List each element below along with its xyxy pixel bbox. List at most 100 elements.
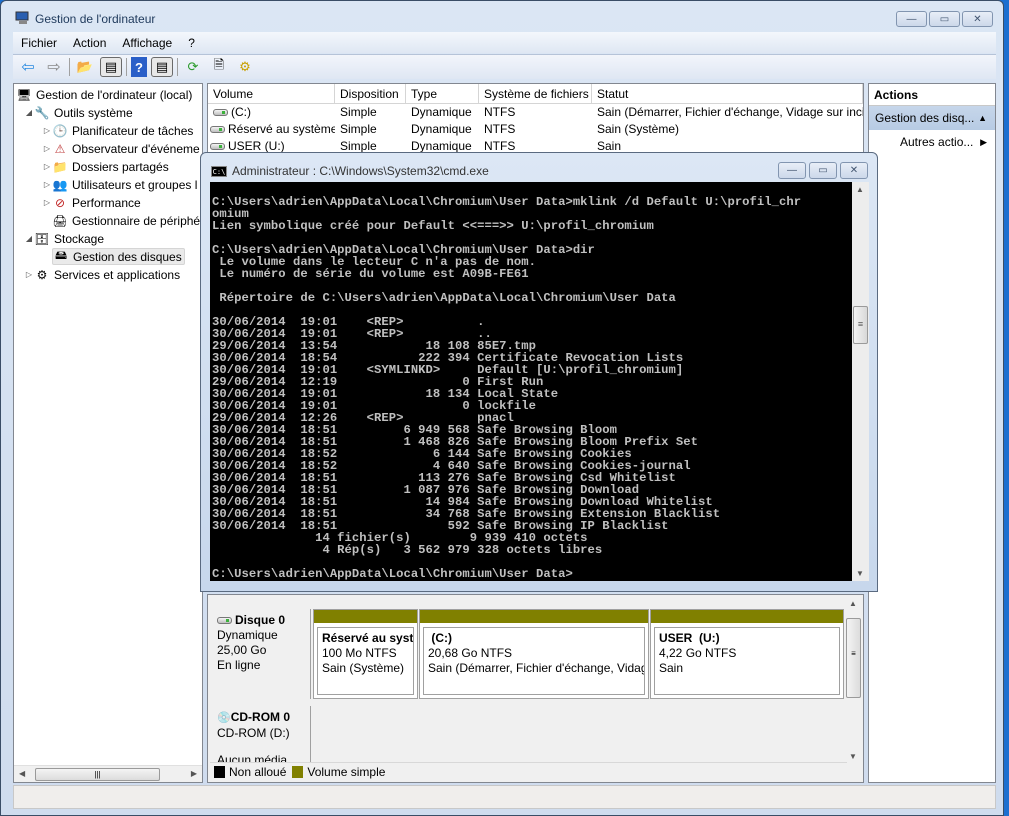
tree-item-disk-management[interactable]: 🖴 Gestion des disques xyxy=(52,248,185,265)
volume-status: Sain (Démarrer, Fichier d'échange, Vidag… xyxy=(597,105,863,119)
refresh-icon[interactable]: ⟳ xyxy=(182,57,204,77)
column-header-status[interactable]: Statut xyxy=(592,84,863,103)
graph-vertical-scrollbar[interactable]: ▲ ≡ ▼ xyxy=(845,599,862,763)
properties-icon[interactable]: 🗎 xyxy=(208,57,230,77)
volume-name: USER (U:) xyxy=(228,139,285,153)
scroll-up-icon[interactable]: ▲ xyxy=(856,185,864,194)
column-header-volume[interactable]: Volume xyxy=(208,84,335,103)
tree-item-shared-folders[interactable]: ▷ 📁 Dossiers partagés xyxy=(42,158,169,175)
up-folder-icon[interactable]: 📂 xyxy=(74,57,96,77)
tree-item-system-tools[interactable]: ◢ 🔧 Outils système xyxy=(24,104,133,121)
collapse-arrow-icon[interactable]: ◢ xyxy=(24,108,34,117)
column-header-filesystem[interactable]: Système de fichiers xyxy=(479,84,592,103)
volume-list: Volume Disposition Type Système de fichi… xyxy=(207,83,864,155)
partition-name: (C:) xyxy=(428,631,452,645)
actions-more-actions[interactable]: Autres actio... ▶ xyxy=(869,130,995,154)
tree-item-event-viewer[interactable]: ▷ ⚠ Observateur d'événeme xyxy=(42,140,200,157)
menu-fichier[interactable]: Fichier xyxy=(13,36,65,50)
cmd-maximize-button[interactable]: ▭ xyxy=(809,162,837,179)
scroll-down-icon[interactable]: ▼ xyxy=(856,569,864,578)
clock-icon: 🕒 xyxy=(52,123,68,138)
show-console-tree-icon[interactable]: ▤ xyxy=(100,57,122,77)
volume-icon xyxy=(213,109,228,117)
cmd-window: C:\ Administrateur : C:\Windows\System32… xyxy=(200,152,878,592)
maximize-icon: ▭ xyxy=(818,165,828,176)
tree-item-performance[interactable]: ▷ ⊘ Performance xyxy=(42,194,141,211)
partition-name: Réservé au systè xyxy=(322,631,414,645)
table-row[interactable]: Réservé au système Simple Dynamique NTFS… xyxy=(208,121,863,138)
disk-settings-icon[interactable]: ⚙ xyxy=(234,57,256,77)
partition-status: Sain xyxy=(659,661,684,675)
scroll-left-icon[interactable]: ◀ xyxy=(19,769,25,778)
partition-system-reserved[interactable]: Réservé au systè 100 Mo NTFS Sain (Systè… xyxy=(313,609,418,699)
disk-name: Disque 0 xyxy=(235,613,286,627)
volume-status: Sain (Système) xyxy=(597,122,680,136)
expand-arrow-icon[interactable]: ▷ xyxy=(42,180,52,189)
column-header-type[interactable]: Type xyxy=(406,84,479,103)
help-icon[interactable]: ? xyxy=(131,57,147,77)
legend-label: Non alloué xyxy=(229,764,287,779)
close-button[interactable]: ✕ xyxy=(962,11,993,27)
expand-arrow-icon[interactable]: ▷ xyxy=(42,144,52,153)
show-action-pane-icon[interactable]: ▤ xyxy=(151,57,173,77)
tree-item-task-scheduler[interactable]: ▷ 🕒 Planificateur de tâches xyxy=(42,122,193,139)
volume-type: Dynamique xyxy=(411,105,472,119)
cmd-minimize-button[interactable]: — xyxy=(778,162,806,179)
tree-item-label: Outils système xyxy=(54,105,133,120)
disk-0-label[interactable]: Disque 0 Dynamique 25,00 Go En ligne xyxy=(210,609,311,699)
menu-affichage[interactable]: Affichage xyxy=(114,36,180,50)
expand-arrow-icon[interactable]: ▷ xyxy=(24,270,34,279)
scroll-up-icon[interactable]: ▲ xyxy=(849,599,857,608)
performance-icon: ⊘ xyxy=(54,195,66,210)
shared-folder-icon: 📁 xyxy=(52,159,68,174)
partition-user-u[interactable]: USER (U:) 4,22 Go NTFS Sain xyxy=(650,609,844,699)
back-arrow-icon[interactable]: ⇦ xyxy=(17,57,39,77)
volume-layout: Simple xyxy=(340,122,377,136)
maximize-button[interactable]: ▭ xyxy=(929,11,960,27)
actions-group-disk-management[interactable]: Gestion des disq... ▲ xyxy=(869,106,995,130)
forward-arrow-icon[interactable]: ⇨ xyxy=(43,57,65,77)
expand-arrow-icon[interactable]: ▷ xyxy=(42,162,52,171)
cdrom-icon: 💿 xyxy=(217,712,231,724)
collapse-arrow-icon[interactable]: ◢ xyxy=(24,234,34,243)
tree-item-storage[interactable]: ◢ 🗄 Stockage xyxy=(24,230,104,247)
expand-arrow-icon[interactable]: ▷ xyxy=(42,198,52,207)
tree-item-label: Dossiers partagés xyxy=(72,159,169,174)
window-title: Gestion de l'ordinateur xyxy=(35,12,156,26)
actions-item-label: Autres actio... xyxy=(900,135,974,149)
menu-action[interactable]: Action xyxy=(65,36,114,50)
scroll-right-icon[interactable]: ▶ xyxy=(191,769,197,778)
tree-item-device-manager[interactable]: 🖨 Gestionnaire de périphé xyxy=(52,212,200,229)
column-header-layout[interactable]: Disposition xyxy=(335,84,406,103)
volume-filesystem: NTFS xyxy=(484,105,516,119)
scroll-thumb[interactable]: ≡ xyxy=(853,306,868,344)
tree-item-services-applications[interactable]: ▷ ⚙ Services et applications xyxy=(24,266,180,283)
tree-horizontal-scrollbar[interactable]: ◀ ||| ▶ xyxy=(14,765,202,782)
cmd-icon: C:\ xyxy=(211,165,227,177)
cdrom-0-label[interactable]: 💿CD-ROM 0 CD-ROM (D:) Aucun média xyxy=(210,706,311,762)
tree-item-label: Gestionnaire de périphé xyxy=(72,213,201,228)
partition-c[interactable]: (C:) 20,68 Go NTFS Sain (Démarrer, Fichi… xyxy=(419,609,649,699)
users-icon: 👥 xyxy=(52,177,68,192)
scroll-down-icon[interactable]: ▼ xyxy=(849,752,857,761)
minimize-button[interactable]: — xyxy=(896,11,927,27)
legend: Non alloué Volume simple xyxy=(210,762,847,780)
table-row[interactable]: (C:) Simple Dynamique NTFS Sain (Démarre… xyxy=(208,104,863,121)
cmd-title-bar[interactable]: C:\ Administrateur : C:\Windows\System32… xyxy=(211,164,489,178)
tree-item-users-groups[interactable]: ▷ 👥 Utilisateurs et groupes l xyxy=(42,176,197,193)
status-bar xyxy=(13,785,996,809)
computer-management-icon xyxy=(15,11,31,25)
disk-name: CD-ROM 0 xyxy=(230,710,291,724)
scroll-thumb[interactable]: ||| xyxy=(35,768,160,781)
console-output[interactable]: C:\Users\adrien\AppData\Local\Chromium\U… xyxy=(210,182,852,581)
collapse-up-icon[interactable]: ▲ xyxy=(978,106,987,130)
console-line: C:\Users\adrien\AppData\Local\Chromium\U… xyxy=(212,567,573,581)
cmd-close-button[interactable]: ✕ xyxy=(840,162,868,179)
title-bar[interactable]: Gestion de l'ordinateur — ▭ ✕ xyxy=(1,1,1003,35)
cmd-vertical-scrollbar[interactable]: ▲ ≡ ▼ xyxy=(852,182,869,581)
tree-item-computer-management[interactable]: 🖥 Gestion de l'ordinateur (local) xyxy=(16,86,192,103)
scroll-thumb[interactable]: ≡ xyxy=(846,618,861,698)
expand-arrow-icon[interactable]: ▷ xyxy=(42,126,52,135)
menu-help[interactable]: ? xyxy=(180,36,203,50)
volume-list-header: Volume Disposition Type Système de fichi… xyxy=(208,84,863,104)
